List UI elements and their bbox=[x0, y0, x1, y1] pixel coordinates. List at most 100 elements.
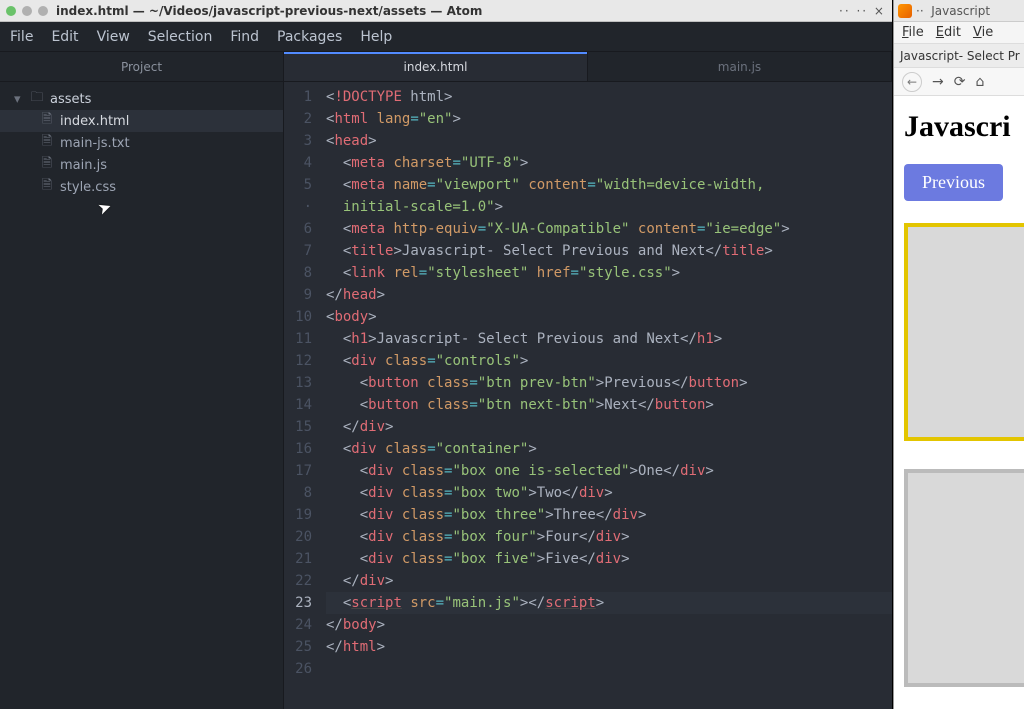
code-line[interactable]: </body> bbox=[326, 614, 892, 636]
code-line[interactable]: <head> bbox=[326, 130, 892, 152]
menu-selection[interactable]: Selection bbox=[148, 29, 213, 45]
code-line[interactable]: </div> bbox=[326, 570, 892, 592]
atom-titlebar[interactable]: index.html — ~/Videos/javascript-previou… bbox=[0, 0, 892, 22]
code-line[interactable]: <title>Javascript- Select Previous and N… bbox=[326, 240, 892, 262]
code-line[interactable]: <meta http-equiv="X-UA-Compatible" conte… bbox=[326, 218, 892, 240]
window-right-controls[interactable]: ·· ·· × bbox=[839, 4, 886, 18]
line-number: 8 bbox=[284, 482, 312, 504]
line-number: 3 bbox=[284, 130, 312, 152]
editor-tab[interactable]: index.html bbox=[284, 52, 588, 81]
tree-header: Project bbox=[0, 52, 283, 82]
line-number: 25 bbox=[284, 636, 312, 658]
tree-file[interactable]: 🗎main.js bbox=[0, 154, 283, 176]
code-area[interactable]: 12345·6789101112131415161781920212223242… bbox=[284, 82, 892, 709]
code-line[interactable]: <button class="btn next-btn">Next</butto… bbox=[326, 394, 892, 416]
atom-menubar: File Edit View Selection Find Packages Help bbox=[0, 22, 892, 52]
back-button[interactable]: ← bbox=[902, 72, 922, 92]
line-number: 11 bbox=[284, 328, 312, 350]
line-number: 2 bbox=[284, 108, 312, 130]
menu-file[interactable]: File bbox=[10, 29, 33, 45]
code-line[interactable]: <div class="box one is-selected">One</di… bbox=[326, 460, 892, 482]
reload-button[interactable]: ⟳ bbox=[954, 74, 966, 90]
forward-button[interactable]: → bbox=[932, 74, 944, 90]
code[interactable]: <!DOCTYPE html><html lang="en"><head> <m… bbox=[320, 82, 892, 709]
line-number: 23 bbox=[284, 592, 312, 614]
firefox-logo-icon bbox=[898, 4, 912, 18]
menu-help[interactable]: Help bbox=[360, 29, 392, 45]
line-number: 9 bbox=[284, 284, 312, 306]
tree-file[interactable]: 🗎style.css bbox=[0, 176, 283, 198]
window-control-icon[interactable] bbox=[22, 6, 32, 16]
line-number: 12 bbox=[284, 350, 312, 372]
code-line[interactable]: <button class="btn prev-btn">Previous</b… bbox=[326, 372, 892, 394]
tree-folder-assets[interactable]: ▾🗀assets bbox=[0, 88, 283, 110]
firefox-tab-label: Javascript- Select Pr bbox=[900, 49, 1020, 63]
code-line[interactable]: </head> bbox=[326, 284, 892, 306]
line-number: 16 bbox=[284, 438, 312, 460]
project-tree: Project ▾🗀assets🗎index.html🗎main-js.txt🗎… bbox=[0, 52, 284, 709]
window-control-icon[interactable] bbox=[6, 6, 16, 16]
code-line[interactable]: <div class="box five">Five</div> bbox=[326, 548, 892, 570]
window-control-icon[interactable] bbox=[38, 6, 48, 16]
code-line[interactable]: <div class="box three">Three</div> bbox=[326, 504, 892, 526]
code-line[interactable]: </div> bbox=[326, 416, 892, 438]
tree-file[interactable]: 🗎main-js.txt bbox=[0, 132, 283, 154]
line-number: 22 bbox=[284, 570, 312, 592]
line-number: 15 bbox=[284, 416, 312, 438]
ff-menu-item[interactable]: Edit bbox=[936, 25, 961, 40]
line-number: 24 bbox=[284, 614, 312, 636]
menu-view[interactable]: View bbox=[97, 29, 130, 45]
firefox-menubar: File Edit Vie bbox=[894, 22, 1024, 44]
line-number: 14 bbox=[284, 394, 312, 416]
ff-menu-item[interactable]: Vie bbox=[973, 25, 993, 40]
tree-file[interactable]: 🗎index.html bbox=[0, 110, 283, 132]
menu-packages[interactable]: Packages bbox=[277, 29, 342, 45]
code-line[interactable]: <div class="box two">Two</div> bbox=[326, 482, 892, 504]
ff-menu-item[interactable]: File bbox=[902, 25, 924, 40]
previous-button[interactable]: Previous bbox=[904, 164, 1003, 201]
code-line[interactable] bbox=[326, 658, 892, 680]
code-line[interactable]: <meta charset="UTF-8"> bbox=[326, 152, 892, 174]
editor-tab[interactable]: main.js bbox=[588, 52, 892, 81]
line-number: · bbox=[284, 196, 312, 218]
code-line[interactable]: <body> bbox=[326, 306, 892, 328]
code-line[interactable]: <link rel="stylesheet" href="style.css"> bbox=[326, 262, 892, 284]
box-one: O bbox=[904, 223, 1024, 441]
line-number: 1 bbox=[284, 86, 312, 108]
firefox-toolbar: ← → ⟳ ⌂ bbox=[894, 68, 1024, 96]
line-number: 20 bbox=[284, 526, 312, 548]
code-line[interactable]: </html> bbox=[326, 636, 892, 658]
line-number: 10 bbox=[284, 306, 312, 328]
code-line[interactable]: <h1>Javascript- Select Previous and Next… bbox=[326, 328, 892, 350]
menu-find[interactable]: Find bbox=[230, 29, 259, 45]
firefox-title: Javascript bbox=[931, 4, 990, 18]
editor-pane: index.htmlmain.js 12345·6789101112131415… bbox=[284, 52, 892, 709]
code-line[interactable]: <html lang="en"> bbox=[326, 108, 892, 130]
line-number: 17 bbox=[284, 460, 312, 482]
firefox-titlebar[interactable]: ·· Javascript bbox=[894, 0, 1024, 22]
code-line[interactable]: <div class="box four">Four</div> bbox=[326, 526, 892, 548]
line-number: 8 bbox=[284, 262, 312, 284]
code-line[interactable]: <script src="main.js"></script> bbox=[326, 592, 892, 614]
line-number: 6 bbox=[284, 218, 312, 240]
firefox-title-fragment: ·· bbox=[916, 4, 931, 18]
line-number: 5 bbox=[284, 174, 312, 196]
line-number: 7 bbox=[284, 240, 312, 262]
line-number: 21 bbox=[284, 548, 312, 570]
menu-edit[interactable]: Edit bbox=[51, 29, 78, 45]
firefox-tab[interactable]: Javascript- Select Pr bbox=[894, 44, 1024, 68]
atom-window: index.html — ~/Videos/javascript-previou… bbox=[0, 0, 893, 709]
firefox-window: ·· Javascript File Edit Vie Javascript- Se… bbox=[893, 0, 1024, 709]
line-number: 19 bbox=[284, 504, 312, 526]
gutter: 12345·6789101112131415161781920212223242… bbox=[284, 82, 320, 709]
line-number: 26 bbox=[284, 658, 312, 680]
code-line[interactable]: <meta name="viewport" content="width=dev… bbox=[326, 174, 892, 196]
code-line[interactable]: <div class="controls"> bbox=[326, 350, 892, 372]
code-line[interactable]: initial-scale=1.0"> bbox=[326, 196, 892, 218]
page-heading: Javascri bbox=[904, 110, 1024, 144]
code-line[interactable]: <!DOCTYPE html> bbox=[326, 86, 892, 108]
line-number: 13 bbox=[284, 372, 312, 394]
home-button[interactable]: ⌂ bbox=[975, 74, 984, 90]
editor-tabs: index.htmlmain.js bbox=[284, 52, 892, 82]
code-line[interactable]: <div class="container"> bbox=[326, 438, 892, 460]
